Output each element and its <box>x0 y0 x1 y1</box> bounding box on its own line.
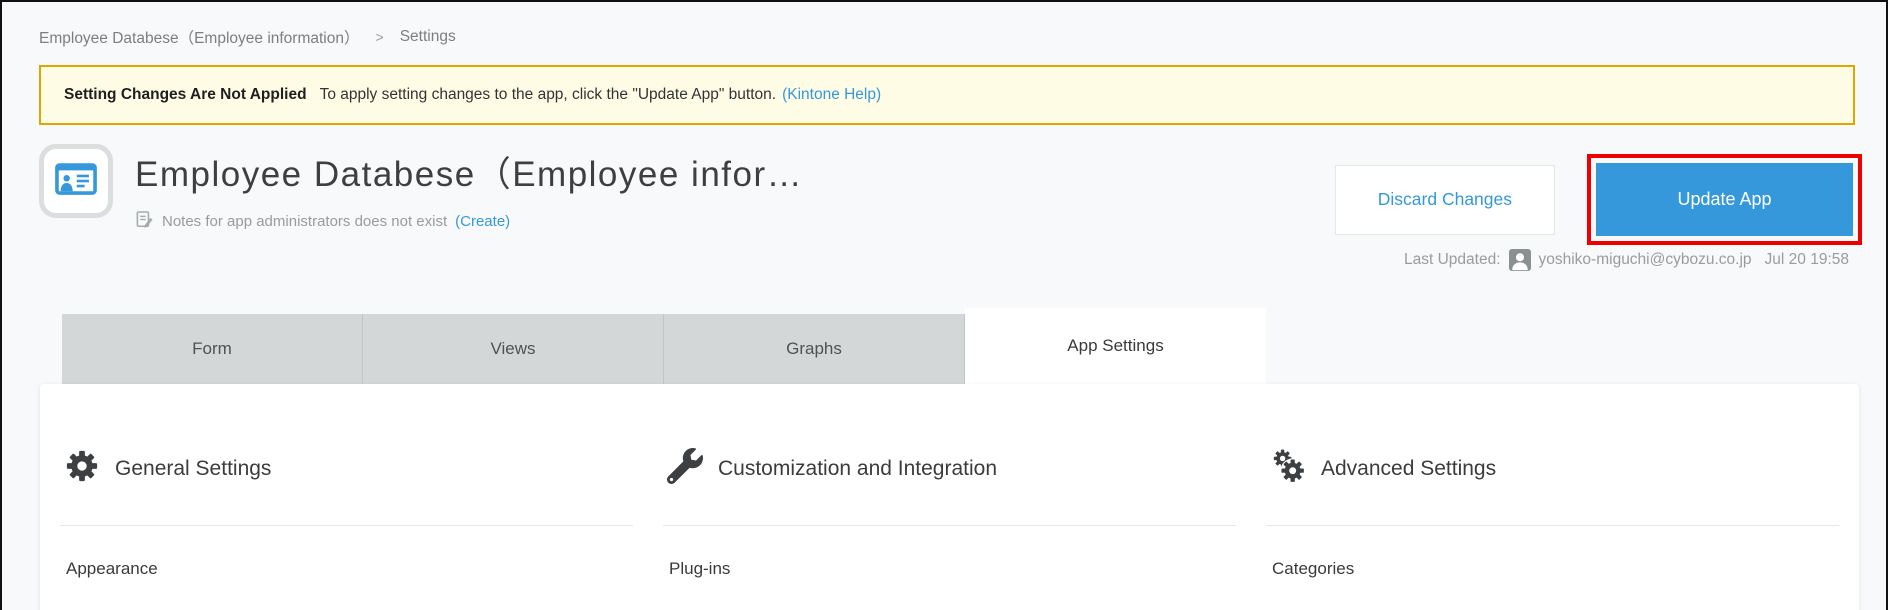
advanced-settings-heading: Advanced Settings <box>1266 448 1839 526</box>
warning-banner: Setting Changes Are Not Applied To apply… <box>39 65 1855 125</box>
customization-heading: Customization and Integration <box>663 448 1236 526</box>
header-actions: Discard Changes Update App <box>1335 154 1862 245</box>
section-title: Customization and Integration <box>718 457 997 481</box>
tab-form[interactable]: Form <box>62 314 363 384</box>
link-plug-ins[interactable]: Plug-ins <box>663 526 1236 610</box>
last-updated-label: Last Updated: <box>1404 251 1501 269</box>
id-card-icon <box>53 156 99 207</box>
wrench-icon <box>667 448 703 489</box>
section-customization: Customization and Integration Plug-ins <box>663 384 1236 610</box>
admin-notes-row: Notes for app administrators does not ex… <box>135 210 803 233</box>
section-title: Advanced Settings <box>1321 457 1496 481</box>
discard-changes-button[interactable]: Discard Changes <box>1335 165 1555 235</box>
breadcrumb-separator: > <box>376 29 384 45</box>
notes-create-link[interactable]: (Create) <box>455 213 510 230</box>
breadcrumb-current: Settings <box>400 28 456 46</box>
kintone-help-link[interactable]: (Kintone Help) <box>782 86 881 104</box>
section-title: General Settings <box>115 457 271 481</box>
general-settings-heading: General Settings <box>60 448 633 526</box>
breadcrumb-app-link[interactable]: Employee Databese（Employee information） <box>39 26 360 48</box>
memo-pencil-icon <box>135 210 154 233</box>
tab-views[interactable]: Views <box>363 314 664 384</box>
app-settings-page: Employee Databese（Employee information） … <box>0 0 1888 610</box>
link-appearance[interactable]: Appearance <box>60 526 633 610</box>
avatar <box>1509 249 1531 271</box>
section-advanced-settings: Advanced Settings Categories <box>1266 384 1839 610</box>
last-updated-user: yoshiko-miguchi@cybozu.co.jp <box>1539 251 1752 269</box>
tab-app-settings[interactable]: App Settings <box>965 308 1266 384</box>
breadcrumb: Employee Databese（Employee information） … <box>39 26 456 48</box>
gear-icon <box>64 448 100 489</box>
page-title: Employee Databese（Employee infor… <box>135 146 803 197</box>
update-app-button[interactable]: Update App <box>1596 163 1853 236</box>
notes-text: Notes for app administrators does not ex… <box>162 213 447 230</box>
app-icon <box>39 144 113 218</box>
link-categories[interactable]: Categories <box>1266 526 1839 610</box>
tab-graphs[interactable]: Graphs <box>664 314 965 384</box>
warning-message: To apply setting changes to the app, cli… <box>320 86 777 104</box>
settings-tabs: Form Views Graphs App Settings <box>62 308 1266 384</box>
last-updated-time: Jul 20 19:58 <box>1765 251 1849 269</box>
app-title-block: Employee Databese（Employee infor… Notes … <box>135 146 803 233</box>
gears-icon <box>1270 448 1306 489</box>
warning-title: Setting Changes Are Not Applied <box>64 86 307 104</box>
highlight-box: Update App <box>1587 154 1862 245</box>
last-updated: Last Updated: yoshiko-miguchi@cybozu.co.… <box>1404 249 1849 271</box>
app-settings-panel: General Settings Appearance Customizatio… <box>40 384 1859 610</box>
section-general-settings: General Settings Appearance <box>60 384 633 610</box>
